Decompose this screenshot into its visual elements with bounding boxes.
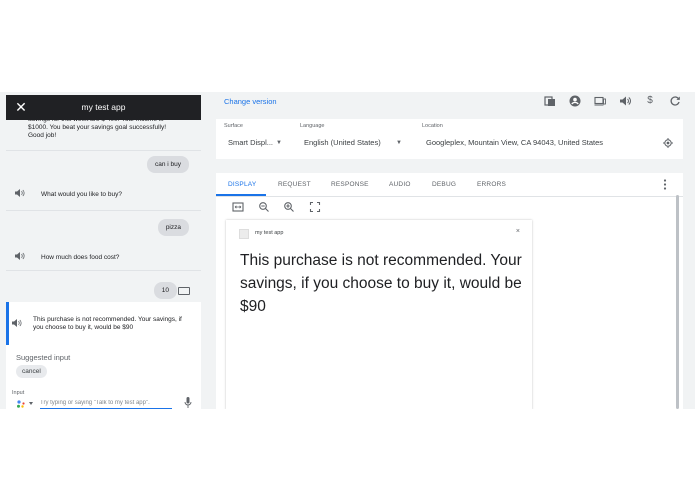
divider bbox=[6, 150, 201, 151]
zoom-out-icon[interactable] bbox=[258, 201, 270, 213]
message-list[interactable]: savings for this week are $ 400. Your in… bbox=[6, 120, 201, 345]
query-input[interactable] bbox=[40, 397, 172, 409]
list-item: savings for this week are $ 400. Your in… bbox=[6, 120, 201, 150]
display-response-text: This purchase is not recommended. Your s… bbox=[240, 252, 522, 315]
tab-request[interactable]: REQUEST bbox=[278, 173, 311, 196]
top-toolbar: $ bbox=[544, 95, 681, 109]
surface-label: Surface bbox=[224, 123, 243, 129]
tab-debug[interactable]: DEBUG bbox=[432, 173, 456, 196]
volume-icon[interactable] bbox=[619, 95, 631, 107]
speaker-icon[interactable] bbox=[12, 319, 22, 327]
simulator-app: ✕ my test app savings for this week are … bbox=[0, 92, 695, 409]
bot-message: This purchase is not recommended. Your s… bbox=[33, 316, 182, 331]
language-value: English (United States) bbox=[304, 138, 381, 147]
chevron-down-icon: ▼ bbox=[396, 140, 402, 146]
tab-errors[interactable]: ERRORS bbox=[477, 173, 506, 196]
bot-message-partial: savings for this week are $ 400. Your in… bbox=[28, 120, 167, 139]
language-select[interactable]: English (United States) ▼ bbox=[300, 135, 406, 151]
input-bar bbox=[14, 397, 196, 409]
simulator-main: Change version $ Surface Smart Displ... bbox=[216, 92, 695, 409]
user-message: can i buy bbox=[146, 156, 189, 173]
keyboard-icon bbox=[178, 287, 190, 295]
devices-icon[interactable] bbox=[544, 95, 556, 107]
bot-message: What would you like to buy? bbox=[41, 191, 122, 198]
app-title: my test app bbox=[81, 102, 126, 112]
location-label: Location bbox=[422, 123, 443, 129]
location-field[interactable]: Googleplex, Mountain View, CA 94043, Uni… bbox=[422, 135, 652, 151]
input-label: Input bbox=[12, 390, 25, 396]
speaker-icon[interactable] bbox=[15, 189, 25, 197]
conversation-header: ✕ my test app bbox=[6, 95, 201, 120]
divider bbox=[6, 210, 201, 211]
assistant-icon[interactable] bbox=[16, 400, 26, 408]
change-version-link[interactable]: Change version bbox=[224, 97, 277, 106]
suggestion-chip[interactable]: cancel bbox=[16, 365, 47, 378]
tab-bar: DISPLAY REQUEST RESPONSE AUDIO DEBUG ERR… bbox=[216, 173, 683, 197]
chevron-down-icon[interactable] bbox=[29, 402, 33, 405]
account-icon[interactable] bbox=[569, 95, 581, 107]
fit-screen-icon[interactable] bbox=[232, 201, 244, 213]
divider bbox=[6, 270, 201, 271]
tab-audio[interactable]: AUDIO bbox=[389, 173, 411, 196]
speaker-icon[interactable] bbox=[15, 252, 25, 260]
settings-card: Surface Smart Displ... ▼ Language Englis… bbox=[216, 119, 683, 159]
zoom-in-icon[interactable] bbox=[283, 201, 295, 213]
refresh-icon[interactable] bbox=[669, 95, 681, 107]
cast-icon[interactable] bbox=[594, 95, 606, 107]
surface-value: Smart Displ... bbox=[228, 138, 274, 147]
user-message: 10 bbox=[153, 282, 177, 299]
output-panel: DISPLAY REQUEST RESPONSE AUDIO DEBUG ERR… bbox=[216, 173, 683, 409]
surface-select[interactable]: Smart Displ... ▼ bbox=[224, 135, 286, 151]
fullscreen-icon[interactable] bbox=[309, 201, 321, 213]
suggested-input-label: Suggested input bbox=[16, 353, 71, 362]
my-location-icon[interactable] bbox=[663, 138, 673, 148]
tab-response[interactable]: RESPONSE bbox=[331, 173, 369, 196]
app-logo-icon bbox=[239, 229, 249, 239]
user-message: pizza bbox=[157, 219, 189, 236]
more-vert-icon[interactable] bbox=[663, 179, 667, 190]
list-item-selected[interactable]: This purchase is not recommended. Your s… bbox=[6, 302, 201, 345]
close-icon[interactable]: × bbox=[516, 228, 520, 235]
dollar-icon[interactable]: $ bbox=[644, 95, 656, 107]
smart-display-preview: my test app × This purchase is not recom… bbox=[226, 220, 532, 409]
chevron-down-icon: ▼ bbox=[276, 140, 282, 146]
microphone-icon[interactable] bbox=[184, 397, 192, 408]
location-value: Googleplex, Mountain View, CA 94043, Uni… bbox=[426, 138, 604, 147]
display-app-name: my test app bbox=[255, 230, 284, 236]
language-label: Language bbox=[300, 123, 325, 129]
tab-display[interactable]: DISPLAY bbox=[228, 173, 256, 196]
scrollbar[interactable] bbox=[676, 195, 679, 409]
conversation-panel: ✕ my test app savings for this week are … bbox=[6, 95, 201, 409]
bot-message: How much does food cost? bbox=[41, 254, 120, 261]
active-tab-indicator bbox=[216, 194, 266, 196]
